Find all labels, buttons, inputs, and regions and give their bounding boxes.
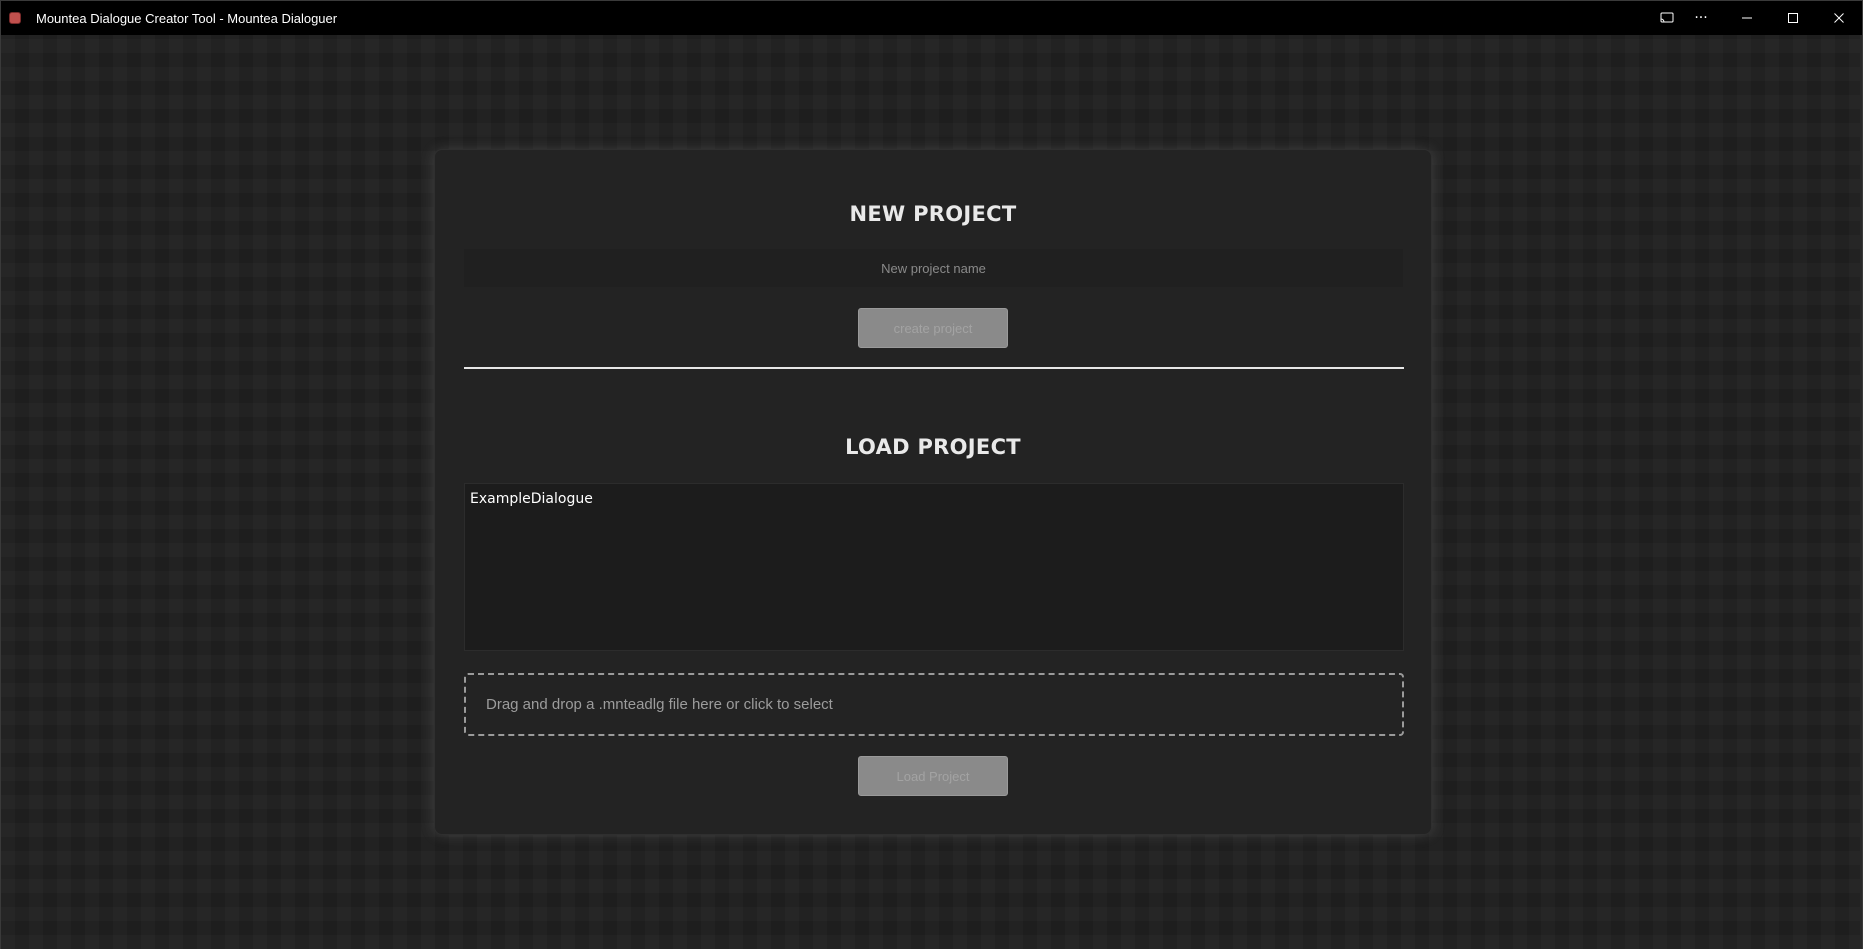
close-button[interactable] bbox=[1816, 1, 1862, 35]
maximize-icon bbox=[1788, 13, 1798, 23]
title-bar: Mountea Dialogue Creator Tool - Mountea … bbox=[1, 1, 1862, 35]
window-title: Mountea Dialogue Creator Tool - Mountea … bbox=[36, 10, 338, 26]
maximize-button[interactable] bbox=[1770, 1, 1816, 35]
window-controls: ··· bbox=[1650, 1, 1862, 35]
load-project-button[interactable]: Load Project bbox=[858, 756, 1008, 796]
new-project-heading: NEW PROJECT bbox=[849, 202, 1017, 226]
cast-svg bbox=[1660, 12, 1674, 23]
project-name-input[interactable] bbox=[464, 249, 1403, 287]
dropzone-label: Drag and drop a .mnteadlg file here or c… bbox=[486, 696, 833, 713]
cast-icon[interactable] bbox=[1650, 1, 1684, 35]
create-project-button[interactable]: create project bbox=[858, 308, 1008, 348]
section-divider bbox=[464, 367, 1404, 369]
file-dropzone[interactable]: Drag and drop a .mnteadlg file here or c… bbox=[464, 673, 1404, 736]
window-right-edge bbox=[1860, 35, 1862, 949]
minimize-icon bbox=[1742, 17, 1752, 19]
project-list: ExampleDialogue bbox=[464, 483, 1404, 651]
app-icon bbox=[9, 12, 21, 24]
project-list-item[interactable]: ExampleDialogue bbox=[470, 491, 593, 507]
project-card: NEW PROJECT create project LOAD PROJECT … bbox=[434, 149, 1432, 835]
minimize-button[interactable] bbox=[1724, 1, 1770, 35]
load-project-heading: LOAD PROJECT bbox=[845, 435, 1021, 459]
close-icon bbox=[1834, 13, 1844, 23]
more-options-icon[interactable]: ··· bbox=[1684, 1, 1718, 35]
app-window: Mountea Dialogue Creator Tool - Mountea … bbox=[0, 0, 1863, 949]
